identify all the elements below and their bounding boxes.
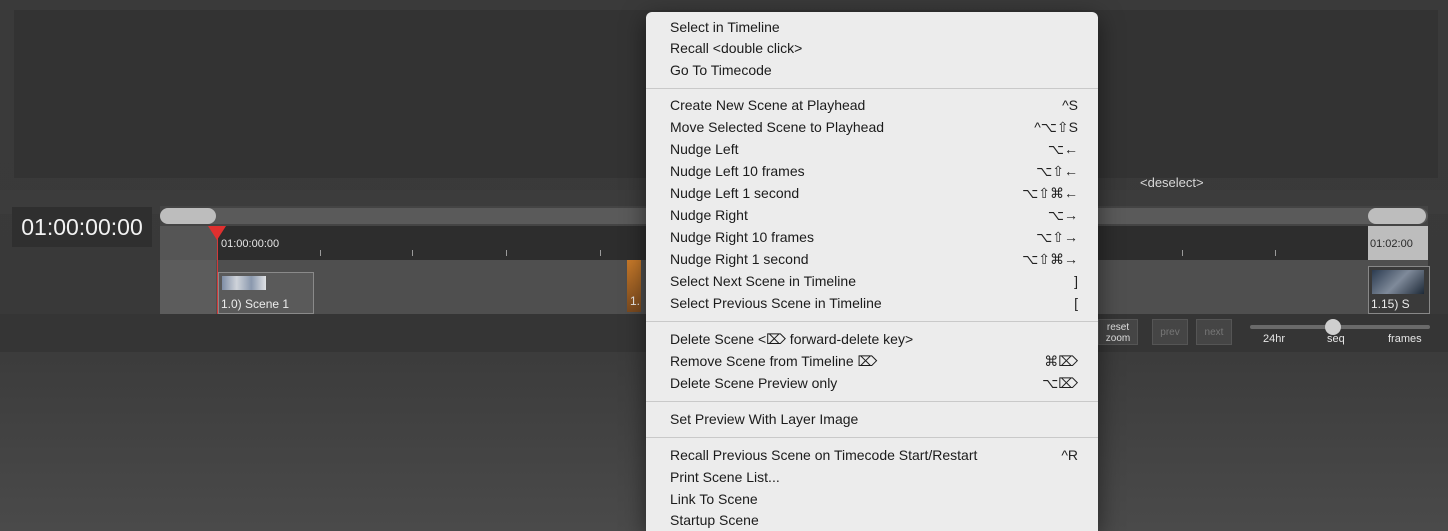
menu-item-shortcut: ] [1074, 273, 1078, 289]
menu-separator [646, 437, 1098, 438]
menu-item-set-preview-with-layer-image[interactable]: Set Preview With Layer Image [670, 408, 1078, 430]
timecode-display: 01:00:00:00 [12, 207, 152, 247]
ruler-tick [320, 250, 321, 256]
menu-item-nudge-left[interactable]: Nudge Left ⌥← [670, 138, 1078, 160]
menu-item-shortcut: ^⌥⇧S [1034, 119, 1078, 135]
menu-item-label: Print Scene List... [670, 469, 780, 485]
menu-item-print-scene-list[interactable]: Print Scene List... [670, 466, 1078, 488]
timeline-app: <deselect> 01:00:00:00 01:00:00:00 1.0) … [0, 0, 1448, 531]
menu-item-shortcut: ⌥⇧← [1036, 163, 1078, 179]
menu-item-shortcut: ⌘⌦ [1044, 353, 1078, 369]
menu-item-nudge-left-1-second[interactable]: Nudge Left 1 second ⌥⇧⌘← [670, 182, 1078, 204]
menu-item-label: Remove Scene from Timeline ⌦ [670, 353, 878, 369]
prev-button[interactable]: prev [1152, 319, 1188, 345]
menu-item-remove-scene-from-timeline[interactable]: Remove Scene from Timeline ⌦ ⌘⌦ [670, 350, 1078, 372]
menu-item-nudge-right-1-second[interactable]: Nudge Right 1 second ⌥⇧⌘→ [670, 248, 1078, 270]
menu-item-shortcut: ⌥← [1047, 141, 1078, 157]
scene-label-right: 1.15) S [1371, 297, 1410, 311]
menu-item-label: Create New Scene at Playhead [670, 97, 866, 113]
menu-item-label: Startup Scene [670, 512, 759, 528]
menu-item-select-next-scene[interactable]: Select Next Scene in Timeline] [670, 270, 1078, 292]
menu-item-go-to-timecode[interactable]: Go To Timecode [670, 59, 1078, 81]
menu-item-shortcut: ⌥⌦ [1042, 375, 1078, 391]
deselect-link[interactable]: <deselect> [1140, 175, 1204, 190]
menu-item-shortcut: [ [1074, 295, 1078, 311]
ruler-tick [412, 250, 413, 256]
scene-thumbnail [1372, 270, 1424, 294]
menu-item-label: Nudge Left 1 second [670, 185, 800, 201]
scene-context-menu: Select in Timeline Recall <double click>… [646, 12, 1098, 531]
menu-item-label: Select Previous Scene in Timeline [670, 295, 882, 311]
reset-zoom-button[interactable]: reset zoom [1098, 319, 1138, 345]
menu-item-label: Delete Scene Preview only [670, 375, 838, 391]
menu-item-label: Nudge Left 10 frames [670, 163, 805, 179]
ruler-tick [506, 250, 507, 256]
scene-clip-right[interactable]: 1.15) S [1368, 266, 1430, 314]
menu-separator [646, 321, 1098, 322]
menu-item-create-new-scene[interactable]: Create New Scene at Playhead ^S [670, 94, 1078, 116]
menu-item-label: Select in Timeline [670, 19, 780, 35]
menu-item-delete-scene-preview[interactable]: Delete Scene Preview only ⌥⌦ [670, 372, 1078, 394]
scene-thumbnail [222, 276, 266, 290]
playhead-marker-icon[interactable] [208, 226, 226, 240]
menu-item-shortcut: ^R [1061, 447, 1078, 463]
menu-item-move-selected-scene[interactable]: Move Selected Scene to Playhead ^⌥⇧S [670, 116, 1078, 138]
menu-item-select-in-timeline[interactable]: Select in Timeline [670, 16, 1078, 38]
menu-item-label: Nudge Left [670, 141, 739, 157]
menu-item-label: Nudge Right 1 second [670, 251, 809, 267]
label-seq[interactable]: seq [1327, 333, 1345, 345]
menu-item-shortcut: ^S [1062, 97, 1078, 113]
menu-item-label: Recall Previous Scene on Timecode Start/… [670, 447, 978, 463]
menu-item-recall-previous-scene[interactable]: Recall Previous Scene on Timecode Start/… [670, 444, 1078, 466]
scene-clip[interactable]: 1.0) Scene 1 [218, 272, 314, 314]
menu-item-shortcut: ⌥⇧⌘← [1022, 185, 1078, 201]
menu-item-label: Link To Scene [670, 491, 758, 507]
track-left-shade [160, 260, 216, 314]
menu-item-shortcut: ⌥⇧→ [1036, 229, 1078, 245]
ruler-tick [600, 250, 601, 256]
menu-item-select-previous-scene[interactable]: Select Previous Scene in Timeline [ [670, 292, 1078, 314]
menu-item-nudge-right-10-frames[interactable]: Nudge Right 10 frames ⌥⇧→ [670, 226, 1078, 248]
ruler-tick [1275, 250, 1276, 256]
menu-item-label: Nudge Right 10 frames [670, 229, 814, 245]
menu-item-label: Select Next Scene in Timeline [670, 273, 856, 289]
label-frames[interactable]: frames [1388, 333, 1422, 345]
menu-item-label: Set Preview With Layer Image [670, 411, 859, 427]
label-24hr[interactable]: 24hr [1263, 333, 1285, 345]
menu-item-label: Go To Timecode [670, 62, 772, 78]
menu-item-startup-scene[interactable]: Startup Scene [670, 509, 1078, 531]
menu-separator [646, 88, 1098, 89]
scene-label: 1.0) Scene 1 [221, 297, 290, 311]
menu-item-nudge-right[interactable]: Nudge Right ⌥→ [670, 204, 1078, 226]
menu-item-delete-scene[interactable]: Delete Scene <⌦ forward-delete key> [670, 328, 1078, 350]
menu-item-link-to-scene[interactable]: Link To Scene [670, 488, 1078, 510]
menu-item-label: Delete Scene <⌦ forward-delete key> [670, 331, 914, 347]
menu-item-shortcut: ⌥⇧⌘→ [1022, 251, 1078, 267]
ruler-end-label: 01:02:00 [1370, 238, 1413, 250]
next-button[interactable]: next [1196, 319, 1232, 345]
scrollbar-thumb-right[interactable] [1368, 208, 1426, 224]
menu-item-recall[interactable]: Recall <double click> [670, 37, 1078, 59]
menu-item-label: Nudge Right [670, 207, 748, 223]
menu-separator [646, 401, 1098, 402]
menu-item-label: Recall <double click> [670, 40, 803, 56]
scrollbar-thumb-left[interactable] [160, 208, 216, 224]
menu-item-shortcut: ⌥→ [1047, 207, 1078, 223]
ruler-start-label: 01:00:00:00 [221, 238, 280, 250]
menu-item-label: Move Selected Scene to Playhead [670, 119, 885, 135]
ruler-tick [1182, 250, 1183, 256]
menu-item-nudge-left-10-frames[interactable]: Nudge Left 10 frames ⌥⇧← [670, 160, 1078, 182]
